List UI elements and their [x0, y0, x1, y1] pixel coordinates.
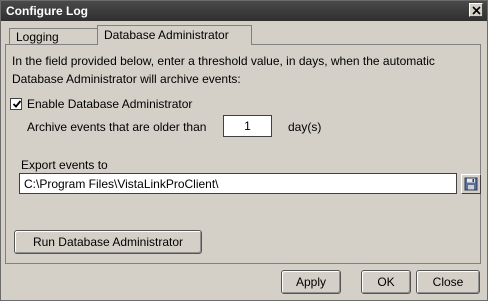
browse-save-button[interactable] — [461, 174, 481, 194]
days-unit-label: day(s) — [288, 120, 322, 134]
window-close-button[interactable] — [469, 3, 483, 17]
window-title: Configure Log — [6, 4, 88, 18]
close-button[interactable]: Close — [416, 270, 480, 294]
tab-database-administrator[interactable]: Database Administrator — [97, 25, 252, 47]
checkmark-icon — [12, 100, 22, 108]
tab-database-administrator-label: Database Administrator — [104, 28, 229, 42]
ok-button[interactable]: OK — [361, 270, 411, 294]
floppy-disk-icon — [464, 177, 478, 191]
export-events-label: Export events to — [21, 158, 108, 172]
instruction-text: In the field provided below, enter a thr… — [12, 54, 435, 86]
enable-database-administrator-checkbox[interactable] — [10, 98, 22, 110]
close-icon — [472, 6, 481, 15]
title-bar[interactable]: Configure Log — [1, 1, 487, 21]
export-path-input[interactable] — [19, 173, 457, 194]
enable-database-administrator-label: Enable Database Administrator — [27, 97, 193, 111]
tab-logging-mode[interactable]: Logging Mode — [9, 28, 98, 60]
archive-threshold-label: Archive events that are older than — [27, 120, 207, 134]
apply-button[interactable]: Apply — [281, 270, 341, 294]
archive-days-input[interactable] — [223, 115, 272, 137]
run-database-administrator-button[interactable]: Run Database Administrator — [14, 230, 202, 254]
